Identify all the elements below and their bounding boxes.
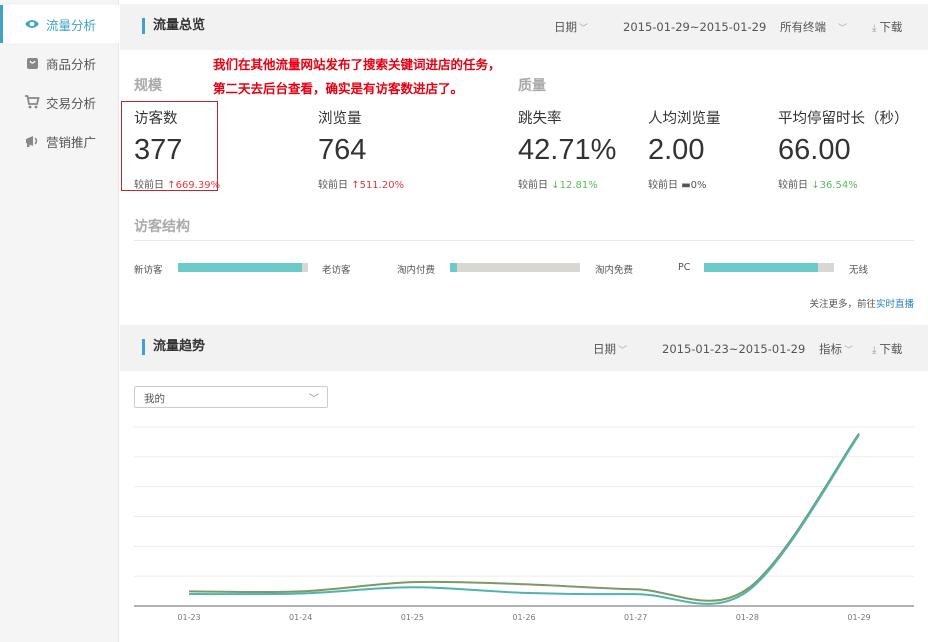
x-tick-label: 01-26 [512,613,536,622]
x-tick-label: 01-24 [289,613,313,622]
x-tick-label: 01-25 [400,613,424,622]
trend-chart [134,426,914,607]
x-tick-label: 01-27 [624,613,648,622]
x-tick-label: 01-23 [177,613,201,622]
x-tick-label: 01-28 [735,613,759,622]
x-tick-label: 01-29 [847,613,871,622]
